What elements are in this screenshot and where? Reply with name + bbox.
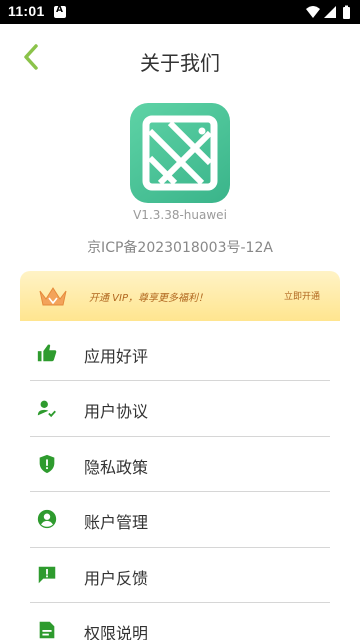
status-icons bbox=[306, 5, 350, 19]
app-logo bbox=[130, 103, 230, 203]
vip-promo-text: 开通 VIP，尊享更多福利！ bbox=[89, 293, 208, 304]
menu-item-feedback[interactable]: 用户反馈 bbox=[30, 548, 330, 603]
app-logo-icon bbox=[142, 115, 218, 191]
menu-item-permissions[interactable]: 权限说明 bbox=[30, 603, 330, 640]
feedback-icon bbox=[38, 566, 56, 583]
signal-icon bbox=[324, 6, 336, 18]
menu-item-user-agreement[interactable]: 用户协议 bbox=[30, 381, 330, 437]
icp-license: 京ICP备2023018003号-12A bbox=[87, 240, 273, 256]
vip-banner[interactable]: 开通 VIP，尊享更多福利！ 立即开通 bbox=[20, 271, 340, 321]
crown-icon bbox=[39, 287, 67, 306]
account-icon bbox=[37, 510, 57, 529]
menu-item-label: 账户管理 bbox=[84, 513, 149, 533]
menu-item-label: 用户协议 bbox=[84, 402, 149, 422]
menu-item-label: 应用好评 bbox=[84, 347, 149, 366]
vip-open-button[interactable]: 立即开通 bbox=[284, 289, 320, 302]
battery-icon bbox=[343, 5, 350, 19]
menu-item-account-management[interactable]: 账户管理 bbox=[30, 492, 330, 548]
menu-item-label: 隐私政策 bbox=[84, 457, 149, 477]
status-time: 11:01 bbox=[8, 3, 45, 19]
wifi-icon bbox=[306, 6, 320, 18]
menu-item-label: 权限说明 bbox=[84, 623, 149, 640]
menu-item-label: 用户反馈 bbox=[84, 568, 149, 588]
notification-icon bbox=[54, 5, 66, 18]
user-check-icon bbox=[37, 401, 56, 418]
thumbs-up-icon bbox=[37, 344, 57, 362]
app-version: V1.3.38-huawei bbox=[133, 208, 227, 222]
header: 关于我们 bbox=[0, 24, 360, 94]
settings-menu: 应用好评 用户协议 隐私政策 账户管理 用户反馈 权限说明 bbox=[30, 326, 330, 640]
menu-item-rate-app[interactable]: 应用好评 bbox=[30, 326, 330, 382]
menu-item-privacy-policy[interactable]: 隐私政策 bbox=[30, 437, 330, 493]
permission-icon bbox=[39, 621, 55, 639]
shield-icon bbox=[39, 454, 55, 473]
status-bar: 11:01 bbox=[0, 0, 360, 24]
page-title: 关于我们 bbox=[140, 51, 220, 75]
